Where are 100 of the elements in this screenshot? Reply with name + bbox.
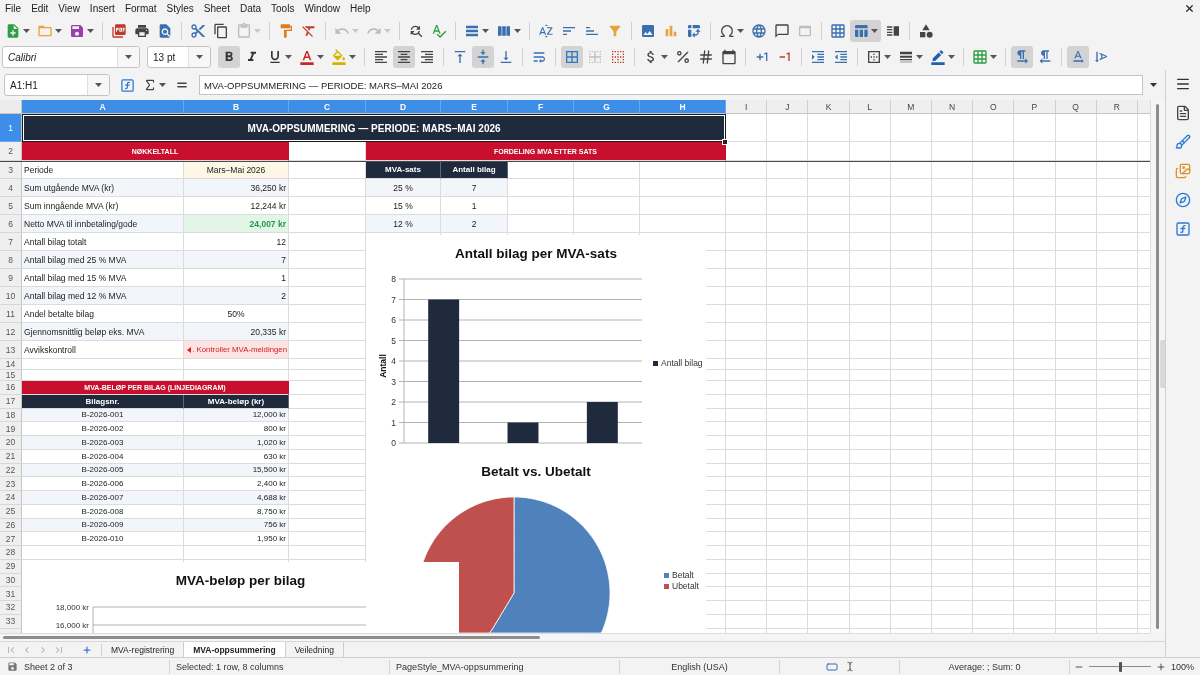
row-header[interactable]: 32	[0, 601, 22, 615]
all-borders-icon	[564, 49, 580, 65]
table-cell: B-2026-007	[22, 491, 184, 505]
merge-center-button[interactable]	[561, 46, 583, 68]
spreadsheet-grid[interactable]	[0, 114, 1150, 633]
row-header[interactable]: 31	[0, 587, 22, 601]
row-header[interactable]: 28	[0, 546, 22, 560]
no-borders-icon	[610, 49, 626, 65]
column-header[interactable]: N	[931, 100, 974, 114]
row-header[interactable]: 19	[0, 422, 22, 436]
column-header[interactable]: Q	[1055, 100, 1097, 114]
row-header[interactable]: 14	[0, 359, 22, 370]
axis-tick-label: 3	[391, 376, 396, 387]
menu-item[interactable]: Window	[299, 0, 345, 17]
axis-title: Antall	[378, 354, 388, 378]
axis-tick-label: 5	[391, 335, 396, 346]
new-document-icon	[5, 22, 21, 39]
sigma-icon	[143, 78, 157, 92]
column-header[interactable]: L	[849, 100, 891, 114]
bold-button[interactable]	[218, 46, 240, 68]
save-indicator[interactable]	[6, 660, 18, 673]
align-middle-button[interactable]	[472, 46, 494, 68]
menu-item[interactable]: Tools	[266, 0, 300, 17]
table-cell: 12 %	[366, 215, 441, 233]
column-header[interactable]: O	[973, 100, 1015, 114]
globe-icon	[751, 22, 767, 39]
align-center-button[interactable]	[393, 46, 415, 68]
text-horizontal-button[interactable]	[1067, 46, 1089, 68]
sidebar-collapse-handle[interactable]	[1160, 340, 1165, 388]
freeze-cells-button[interactable]	[850, 19, 881, 42]
row-header[interactable]: 10	[0, 287, 22, 305]
menu-item[interactable]: Styles	[161, 0, 199, 17]
overflow-arrow-icon	[187, 346, 192, 353]
menu-item[interactable]: Format	[119, 0, 162, 17]
sheet-tab[interactable]: MVA-oppsummering	[184, 642, 286, 657]
horizontal-scrollbar[interactable]	[0, 633, 1150, 641]
formula-input[interactable]: MVA-OPPSUMMERING — PERIODE: MARS–MAI 2026	[199, 75, 1143, 95]
value-cell: 2	[184, 287, 289, 305]
font-name-field[interactable]: Calibri	[2, 46, 140, 68]
zoom-label: 100%	[1171, 661, 1195, 672]
scrollbar-thumb[interactable]	[3, 636, 540, 639]
zoom-slider-thumb[interactable]	[1118, 661, 1122, 672]
row-header[interactable]: 27	[0, 532, 22, 546]
column-header[interactable]: R	[1096, 100, 1138, 114]
font-size-field[interactable]: 13 pt	[147, 46, 211, 68]
selection-mode-button[interactable]	[824, 660, 839, 673]
shapes-icon	[918, 22, 934, 39]
dropdown-button[interactable]	[87, 75, 109, 95]
row-header[interactable]: 7	[0, 233, 22, 251]
caret-icon	[196, 55, 203, 59]
row-header[interactable]: 24	[0, 491, 22, 505]
column-header[interactable]: I	[726, 100, 768, 114]
dropdown-button[interactable]	[188, 47, 210, 67]
caret-icon	[948, 55, 955, 59]
text-vertical-icon	[1093, 49, 1109, 65]
close-icon	[1183, 3, 1195, 14]
row-header[interactable]: 23	[0, 477, 22, 491]
row-header[interactable]: 16	[0, 381, 22, 395]
page-magnifier-icon	[157, 22, 173, 39]
row-header[interactable]: 13	[0, 341, 22, 359]
copy-icon	[213, 22, 229, 39]
menu-item[interactable]: Edit	[26, 0, 54, 17]
save-icon	[69, 22, 85, 39]
selection-handle[interactable]	[722, 139, 728, 145]
table-cell: 7	[441, 179, 508, 197]
left-to-right-button[interactable]	[1011, 46, 1033, 68]
text-horizontal-icon	[1070, 49, 1086, 65]
table-cell: 1,020 kr	[184, 436, 289, 450]
column-header[interactable]: P	[1014, 100, 1056, 114]
row-header[interactable]: 20	[0, 436, 22, 450]
axis-tick-label: 7	[391, 294, 396, 305]
caret-icon	[1149, 83, 1157, 87]
row-header[interactable]: 6	[0, 215, 22, 233]
spellcheck-icon	[431, 22, 447, 39]
scrollbar-thumb[interactable]	[1156, 104, 1159, 629]
sheet-tab[interactable]: Veiledning	[285, 642, 344, 657]
row-header[interactable]: 8	[0, 251, 22, 269]
row-header[interactable]: 11	[0, 305, 22, 323]
menu-item[interactable]: File	[0, 0, 27, 17]
menu-item[interactable]: Data	[234, 0, 267, 17]
column-header[interactable]: M	[890, 100, 932, 114]
insert-mode-button[interactable]	[844, 660, 855, 673]
value-cell: 7	[184, 251, 289, 269]
row-header[interactable]: 2	[0, 142, 22, 161]
row-header[interactable]: 5	[0, 197, 22, 215]
menu-item[interactable]: Insert	[84, 0, 120, 17]
column-header[interactable]: J	[767, 100, 809, 114]
dropdown-button[interactable]	[117, 47, 139, 67]
caret-icon	[990, 55, 997, 59]
menu-item[interactable]: View	[53, 0, 85, 17]
name-box[interactable]: A1:H1	[4, 74, 110, 96]
column-header[interactable]: K	[808, 100, 850, 114]
menu-item[interactable]: Help	[345, 0, 376, 17]
row-header[interactable]: 9	[0, 269, 22, 287]
row-header[interactable]: 4	[0, 179, 22, 197]
row-header[interactable]: 15	[0, 370, 22, 381]
chart-title: Antall bilag per MVA-sats	[455, 245, 617, 261]
label-cell: Gjennomsnittlig beløp eks. MVA	[22, 323, 184, 341]
row-header[interactable]: 12	[0, 323, 22, 341]
menu-item[interactable]: Sheet	[198, 0, 235, 17]
